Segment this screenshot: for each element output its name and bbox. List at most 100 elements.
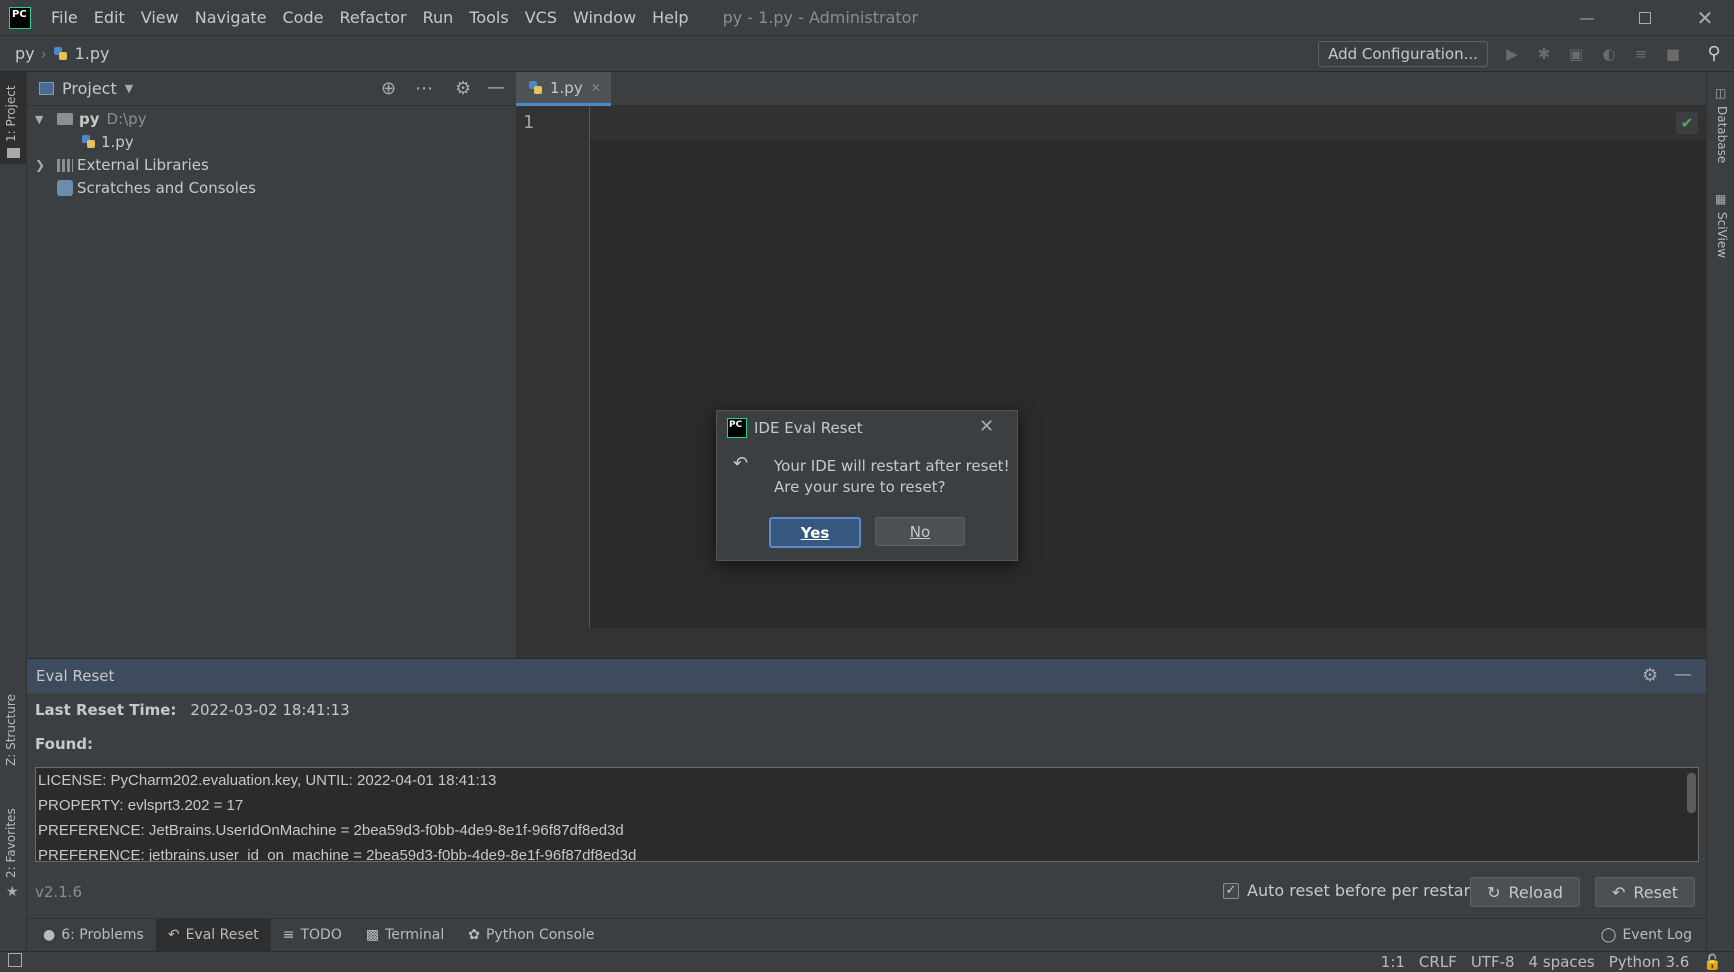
- tree-row-file[interactable]: 1.py: [81, 130, 134, 154]
- line-separator[interactable]: CRLF: [1419, 953, 1457, 971]
- code-editor[interactable]: 1 ✔: [516, 106, 1706, 628]
- maximize-icon[interactable]: [1616, 0, 1674, 36]
- lock-icon[interactable]: 🔓: [1703, 953, 1722, 971]
- caret-position[interactable]: 1:1: [1381, 953, 1405, 971]
- debug-icon[interactable]: ✱: [1535, 45, 1553, 63]
- hide-panel-icon[interactable]: —: [1674, 664, 1692, 685]
- editor-tab-1py[interactable]: 1.py ✕: [516, 72, 611, 106]
- dialog-message-line1: Your IDE will restart after reset!: [774, 457, 1010, 475]
- version-label: v2.1.6: [35, 883, 83, 901]
- tool-tab-todo[interactable]: ≡ TODO: [271, 919, 354, 952]
- file-encoding[interactable]: UTF-8: [1471, 953, 1515, 971]
- toggle-tool-windows-icon[interactable]: [8, 953, 22, 967]
- database-tool-tab[interactable]: Database: [1715, 106, 1729, 163]
- eval-reset-panel: Eval Reset ⚙ — Last Reset Time: 2022-03-…: [27, 658, 1706, 918]
- tool-tab-python-console[interactable]: ✿ Python Console: [456, 919, 606, 952]
- tree-row-scratches[interactable]: Scratches and Consoles: [57, 176, 256, 200]
- indent-setting[interactable]: 4 spaces: [1529, 953, 1595, 971]
- eval-reset-panel-title: Eval Reset: [36, 667, 115, 685]
- tool-tab-terminal[interactable]: ▩ Terminal: [354, 919, 456, 952]
- stop-icon[interactable]: ■: [1664, 45, 1682, 63]
- menu-refactor[interactable]: Refactor: [331, 8, 414, 27]
- collapse-all-icon[interactable]: ⋯: [415, 78, 433, 99]
- undo-icon: ↶: [167, 927, 180, 943]
- undo-icon: ↶: [1611, 882, 1626, 902]
- reset-button-label: Reset: [1633, 882, 1679, 902]
- chevron-right-icon[interactable]: ❯: [35, 158, 51, 172]
- no-button[interactable]: No: [875, 517, 965, 546]
- left-tool-stripe: 1: Project Z: Structure 2: Favorites ★: [0, 72, 27, 951]
- close-icon[interactable]: ✕: [979, 416, 994, 437]
- close-tab-icon[interactable]: ✕: [591, 81, 601, 95]
- star-icon: ★: [6, 884, 19, 900]
- title-bar: PC File Edit View Navigate Code Refactor…: [0, 0, 1734, 36]
- reload-button[interactable]: ↻ Reload: [1470, 877, 1580, 907]
- library-icon: [57, 158, 73, 172]
- menu-run[interactable]: Run: [415, 8, 462, 27]
- project-view-icon: [39, 82, 54, 95]
- navigation-bar: py › 1.py Add Configuration... ▶ ✱ ▣ ◐ ≡…: [0, 36, 1734, 72]
- tool-tab-problems-label: 6: Problems: [61, 927, 144, 943]
- tool-tab-event-log-label: Event Log: [1622, 927, 1692, 943]
- breadcrumb-project[interactable]: py: [15, 44, 35, 63]
- search-icon[interactable]: ⚲: [1705, 45, 1723, 63]
- menu-code[interactable]: Code: [275, 8, 332, 27]
- run-icon[interactable]: ▶: [1503, 45, 1521, 63]
- editor-horizontal-scroll-area: [516, 628, 1706, 658]
- python-interpreter[interactable]: Python 3.6: [1609, 953, 1690, 971]
- auto-reset-checkbox[interactable]: ✓: [1223, 882, 1239, 899]
- yes-button[interactable]: Yes: [769, 517, 861, 548]
- gear-icon[interactable]: ⚙: [455, 78, 471, 99]
- tool-tab-eval-reset-label: Eval Reset: [185, 927, 259, 943]
- menu-tools[interactable]: Tools: [461, 8, 516, 27]
- python-file-icon: [53, 46, 69, 62]
- scrollbar-thumb[interactable]: [1687, 773, 1696, 813]
- dialog-message-line2: Are your sure to reset?: [774, 478, 946, 496]
- menu-window[interactable]: Window: [565, 8, 644, 27]
- chevron-down-icon[interactable]: ▼: [125, 82, 133, 95]
- reset-button[interactable]: ↶ Reset: [1595, 877, 1695, 907]
- tree-file-name: 1.py: [101, 133, 134, 151]
- tool-tab-event-log[interactable]: ◯ Event Log: [1589, 919, 1704, 952]
- menu-navigate[interactable]: Navigate: [187, 8, 275, 27]
- project-root-name: py: [79, 110, 100, 128]
- concurrency-icon[interactable]: ≡: [1632, 45, 1650, 63]
- terminal-icon: ▩: [365, 927, 380, 943]
- tree-row-external-libraries[interactable]: ❯ External Libraries: [35, 153, 209, 177]
- menu-vcs[interactable]: VCS: [517, 8, 565, 27]
- chevron-down-icon[interactable]: ▼: [35, 113, 51, 126]
- tool-tab-todo-label: TODO: [300, 927, 342, 943]
- pycharm-logo-icon: PC: [727, 418, 747, 438]
- breadcrumb-file[interactable]: 1.py: [75, 44, 110, 63]
- tool-tab-eval-reset[interactable]: ↶ Eval Reset: [155, 918, 271, 952]
- locate-icon[interactable]: ⊕: [381, 78, 396, 99]
- event-log-icon: ◯: [1600, 927, 1617, 943]
- coverage-icon[interactable]: ▣: [1567, 45, 1585, 63]
- hide-panel-icon[interactable]: —: [487, 77, 505, 98]
- gear-icon[interactable]: ⚙: [1642, 665, 1658, 686]
- tool-tab-terminal-label: Terminal: [385, 927, 445, 943]
- sciview-tool-tab[interactable]: SciView: [1715, 212, 1729, 258]
- minimize-icon[interactable]: —: [1558, 0, 1616, 36]
- external-libraries-label: External Libraries: [77, 156, 209, 174]
- tool-tab-problems[interactable]: ● 6: Problems: [31, 919, 156, 952]
- menu-help[interactable]: Help: [644, 8, 696, 27]
- menu-view[interactable]: View: [133, 8, 187, 27]
- favorites-tool-tab[interactable]: 2: Favorites: [4, 808, 18, 878]
- menu-file[interactable]: File: [43, 8, 86, 27]
- inspection-ok-icon[interactable]: ✔: [1676, 112, 1698, 134]
- add-configuration-button[interactable]: Add Configuration...: [1318, 41, 1488, 67]
- structure-tool-tab[interactable]: Z: Structure: [4, 694, 18, 766]
- project-view-selector[interactable]: Project: [62, 79, 117, 98]
- found-list[interactable]: LICENSE: PyCharm202.evaluation.key, UNTI…: [35, 767, 1699, 862]
- tree-row-project-root[interactable]: ▼ py D:\py: [35, 107, 147, 131]
- last-reset-label: Last Reset Time:: [35, 701, 177, 719]
- found-item: LICENSE: PyCharm202.evaluation.key, UNTI…: [38, 772, 497, 789]
- auto-reset-checkbox-row[interactable]: ✓ Auto reset before per restart: [1223, 881, 1476, 900]
- close-window-icon[interactable]: ✕: [1676, 0, 1734, 36]
- menu-edit[interactable]: Edit: [86, 8, 133, 27]
- profile-icon[interactable]: ◐: [1600, 45, 1618, 63]
- pycharm-logo-icon: PC: [9, 6, 31, 29]
- tool-tab-python-console-label: Python Console: [485, 927, 595, 943]
- project-tool-tab[interactable]: 1: Project: [4, 85, 18, 142]
